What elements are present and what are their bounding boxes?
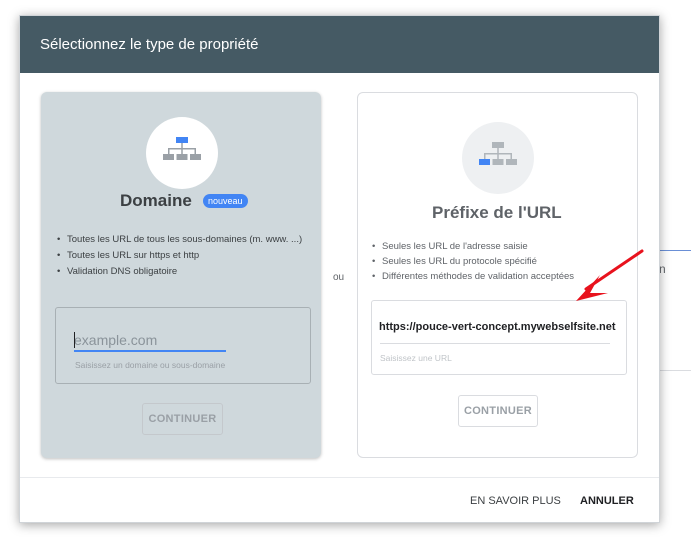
url-input[interactable]: https://pouce-vert-concept.mywebselfsite… — [379, 321, 616, 333]
dialog-header: Sélectionnez le type de propriété — [20, 16, 659, 73]
domain-continue-button[interactable]: CONTINUER — [142, 403, 223, 435]
list-item: Validation DNS obligatoire — [57, 265, 307, 278]
domain-icon-circle — [146, 117, 218, 189]
learn-more-button[interactable]: EN SAVOIR PLUS — [470, 491, 561, 511]
prefix-icon-circle — [462, 122, 534, 194]
new-badge: nouveau — [203, 194, 248, 208]
annotation-arrow-icon — [576, 249, 644, 301]
domain-helper-text: Saisissez un domaine ou sous-domaine — [75, 360, 226, 370]
footer-divider — [20, 477, 659, 478]
domain-features-list: Toutes les URL de tous les sous-domaines… — [57, 233, 307, 281]
background-divider — [658, 250, 691, 251]
url-prefix-continue-button[interactable]: CONTINUER — [458, 395, 538, 427]
dialog-title: Sélectionnez le type de propriété — [40, 36, 259, 53]
domain-card[interactable]: Domaine nouveau Toutes les URL de tous l… — [41, 92, 321, 458]
text-caret — [74, 332, 75, 348]
sitemap-icon — [163, 137, 201, 160]
background-text: n — [659, 262, 666, 276]
domain-input-box: Saisissez un domaine ou sous-domaine — [55, 307, 311, 384]
sitemap-icon — [479, 142, 517, 165]
input-underline — [380, 343, 610, 344]
separator-text: ou — [333, 272, 345, 283]
background-divider — [658, 370, 691, 371]
domain-title: Domaine — [120, 191, 192, 210]
cancel-button[interactable]: ANNULER — [580, 491, 634, 511]
url-prefix-title: Préfixe de l'URL — [432, 203, 562, 222]
url-input-box[interactable]: https://pouce-vert-concept.mywebselfsite… — [371, 300, 627, 375]
list-item: Toutes les URL de tous les sous-domaines… — [57, 233, 307, 246]
list-item: Toutes les URL sur https et http — [57, 249, 307, 262]
url-helper-text: Saisissez une URL — [380, 353, 452, 363]
domain-input[interactable] — [74, 330, 226, 352]
